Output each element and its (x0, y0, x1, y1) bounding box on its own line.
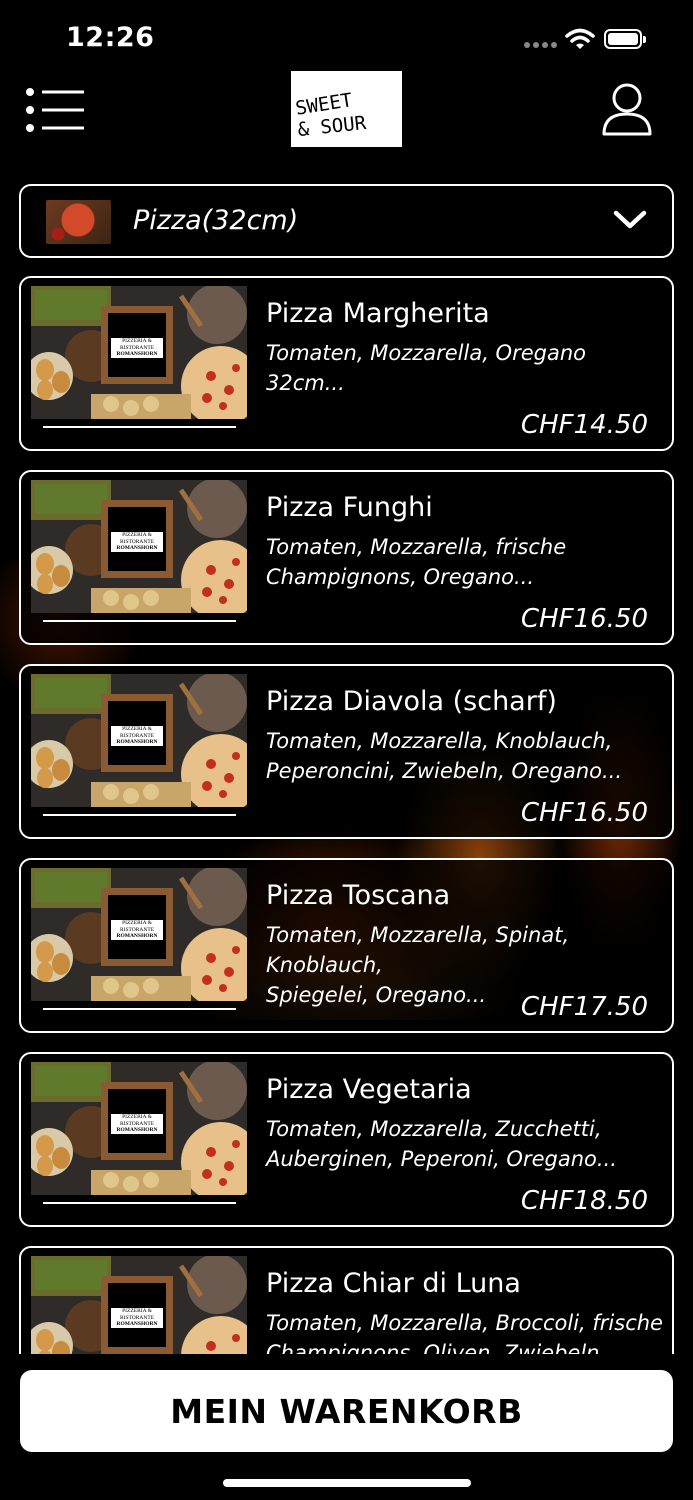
image-underline (43, 426, 236, 428)
chevron-down-icon (613, 210, 647, 229)
product-description: Tomaten, Mozzarella, Oregano 32cm... (266, 338, 666, 398)
product-description-line1: Tomaten, Mozzarella, Knoblauch, (266, 729, 613, 753)
product-name: Pizza Funghi (266, 492, 433, 523)
product-image: PIZZERIA & RISTORANTE ROMANSHORN (31, 868, 247, 1001)
image-underline (43, 620, 236, 622)
brand-logo: SWEET & SOUR (291, 71, 402, 147)
image-underline (43, 1008, 236, 1010)
status-time: 12:26 (66, 22, 155, 53)
wifi-icon (565, 28, 595, 49)
sign-line3: ROMANSHORN (116, 545, 158, 551)
product-name: Pizza Toscana (266, 880, 451, 911)
product-image: PIZZERIA & RISTORANTE ROMANSHORN (31, 1256, 247, 1354)
product-description-line2: Champignons, Oregano... (266, 565, 535, 589)
product-description-line1: Tomaten, Mozzarella, frische (266, 535, 567, 559)
product-description-line2: Peperoncini, Zwiebeln, Oregano... (266, 759, 623, 783)
sign-line3: ROMANSHORN (116, 933, 158, 939)
home-indicator (223, 1479, 471, 1487)
product-price: CHF16.50 (520, 604, 648, 634)
sign-line3: ROMANSHORN (116, 1321, 158, 1327)
product-name: Pizza Vegetaria (266, 1074, 472, 1105)
product-description-line2: Champignons, Oliven, Zwiebeln, Orega (266, 1341, 607, 1354)
user-button[interactable] (600, 82, 654, 138)
product-description: Tomaten, Mozzarella, Zucchetti, Aubergin… (266, 1114, 666, 1174)
signal-icon (524, 42, 557, 48)
product-card[interactable]: PIZZERIA & RISTORANTE ROMANSHORN Pizza D… (19, 664, 674, 839)
app-header: SWEET & SOUR (0, 70, 693, 150)
sign-line3: ROMANSHORN (116, 1127, 158, 1133)
product-card[interactable]: PIZZERIA & RISTORANTE ROMANSHORN Pizza F… (19, 470, 674, 645)
sign-line3: ROMANSHORN (116, 351, 158, 357)
battery-icon (604, 29, 646, 49)
menu-icon (26, 88, 84, 132)
product-card[interactable]: PIZZERIA & RISTORANTE ROMANSHORN Pizza M… (19, 276, 674, 451)
status-bar: 12:26 (0, 0, 693, 80)
category-label: Pizza(32cm) (133, 205, 299, 236)
image-underline (43, 814, 236, 816)
user-icon (602, 83, 652, 136)
product-description-line2: 32cm... (266, 371, 345, 395)
category-dropdown[interactable]: Pizza(32cm) (19, 184, 674, 258)
product-description-line2: Auberginen, Peperoni, Oregano... (266, 1147, 617, 1171)
product-name: Pizza Chiar di Luna (266, 1268, 521, 1299)
product-name: Pizza Margherita (266, 298, 490, 329)
product-price: CHF18.50 (520, 1186, 648, 1216)
product-card[interactable]: PIZZERIA & RISTORANTE ROMANSHORN Pizza V… (19, 1052, 674, 1227)
product-image: PIZZERIA & RISTORANTE ROMANSHORN (31, 1062, 247, 1195)
image-underline (43, 1202, 236, 1204)
product-card[interactable]: PIZZERIA & RISTORANTE ROMANSHORN Pizza C… (19, 1246, 674, 1354)
product-description-line1: Tomaten, Mozzarella, Oregano (266, 341, 586, 365)
cart-button[interactable]: MEIN WARENKORB (20, 1370, 673, 1452)
product-description: Tomaten, Mozzarella, Broccoli, frische C… (266, 1308, 666, 1354)
product-card[interactable]: PIZZERIA & RISTORANTE ROMANSHORN Pizza T… (19, 858, 674, 1033)
product-description-line1: Tomaten, Mozzarella, Broccoli, frische (266, 1311, 663, 1335)
product-price: CHF17.50 (520, 992, 648, 1022)
product-description: Tomaten, Mozzarella, frische Champignons… (266, 532, 666, 592)
product-description-line1: Tomaten, Mozzarella, Spinat, Knoblauch, (266, 923, 570, 977)
product-image: PIZZERIA & RISTORANTE ROMANSHORN (31, 674, 247, 807)
product-description: Tomaten, Mozzarella, Knoblauch, Peperonc… (266, 726, 666, 786)
menu-button[interactable] (26, 88, 86, 132)
sign-line3: ROMANSHORN (116, 739, 158, 745)
product-name: Pizza Diavola (scharf) (266, 686, 557, 717)
category-thumbnail (46, 200, 111, 244)
product-list[interactable]: PIZZERIA & RISTORANTE ROMANSHORN Pizza M… (0, 276, 693, 1354)
product-image: PIZZERIA & RISTORANTE ROMANSHORN (31, 286, 247, 419)
product-price: CHF14.50 (520, 410, 648, 440)
product-price: CHF16.50 (520, 798, 648, 828)
product-image: PIZZERIA & RISTORANTE ROMANSHORN (31, 480, 247, 613)
product-description-line1: Tomaten, Mozzarella, Zucchetti, (266, 1117, 602, 1141)
